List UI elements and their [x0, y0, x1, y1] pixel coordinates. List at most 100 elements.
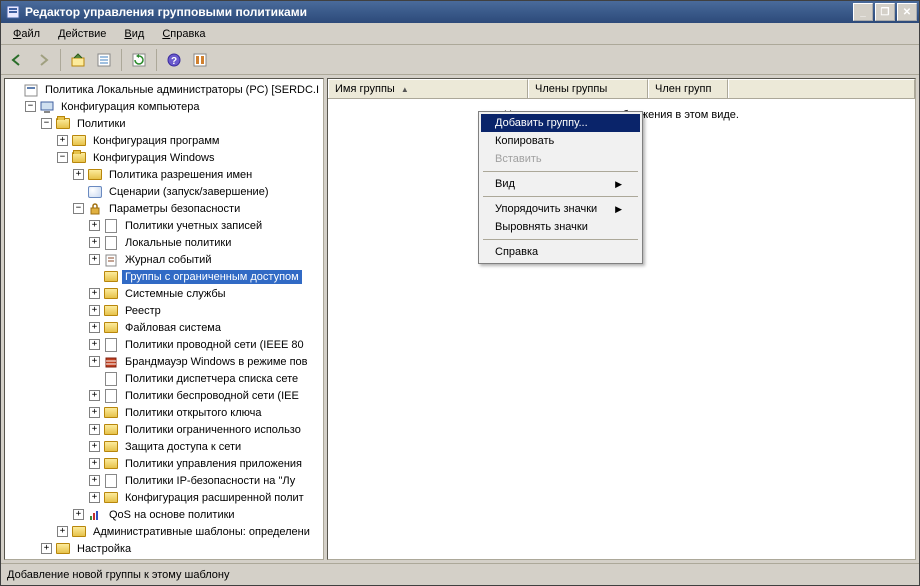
tree-nap[interactable]: +Защита доступа к сети — [89, 438, 323, 455]
expand-icon[interactable]: + — [57, 135, 68, 146]
folder-icon — [56, 543, 70, 554]
ctx-align-icons[interactable]: Выровнять значки — [481, 218, 640, 236]
close-button[interactable]: ✕ — [897, 3, 917, 21]
tree-scenarios[interactable]: Сценарии (запуск/завершение) — [73, 183, 323, 200]
ctx-copy[interactable]: Копировать — [481, 132, 640, 150]
expand-icon[interactable]: + — [89, 288, 100, 299]
tree-sys-services[interactable]: +Системные службы — [89, 285, 323, 302]
tree-app-control[interactable]: +Политики управления приложения — [89, 455, 323, 472]
expand-icon[interactable]: + — [41, 543, 52, 554]
wireless-icon — [103, 389, 119, 403]
ctx-arrange-icons[interactable]: Упорядочить значки▶ — [481, 200, 640, 218]
expand-icon[interactable]: + — [89, 441, 100, 452]
tree-firewall[interactable]: +Брандмауэр Windows в режиме пов — [89, 353, 323, 370]
tree-root[interactable]: Политика Локальные администраторы (PC) [… — [9, 81, 323, 98]
tree-restricted-groups[interactable]: Группы с ограниченным доступом — [89, 268, 323, 285]
up-button[interactable] — [66, 48, 90, 72]
tree-filesystem[interactable]: +Файловая система — [89, 319, 323, 336]
collapse-icon[interactable]: − — [25, 101, 36, 112]
ipsec-icon — [103, 474, 119, 488]
tree-adv-audit[interactable]: +Конфигурация расширенной полит — [89, 489, 323, 506]
tree-security-params[interactable]: −Параметры безопасности — [73, 200, 323, 217]
expand-icon[interactable]: + — [73, 169, 84, 180]
maximize-button[interactable]: ❐ — [875, 3, 895, 21]
folder-icon — [104, 288, 118, 299]
script-icon — [87, 185, 103, 199]
folder-icon — [104, 492, 118, 503]
col-group-name[interactable]: Имя группы▲ — [328, 79, 528, 98]
lock-icon — [87, 202, 103, 216]
tree-settings[interactable]: +Настройка — [41, 540, 323, 557]
ctx-view[interactable]: Вид▶ — [481, 175, 640, 193]
expand-icon[interactable]: + — [89, 254, 100, 265]
col-members[interactable]: Члены группы — [528, 79, 648, 98]
menu-file[interactable]: Файл — [5, 26, 48, 42]
titlebar[interactable]: Редактор управления групповыми политикам… — [1, 1, 919, 23]
folder-icon — [88, 169, 102, 180]
col-member-of[interactable]: Член групп — [648, 79, 728, 98]
tree-acct-policies[interactable]: +Политики учетных записей — [89, 217, 323, 234]
menu-action[interactable]: Действие — [50, 26, 114, 42]
expand-icon[interactable]: + — [89, 339, 100, 350]
expand-icon[interactable]: + — [89, 220, 100, 231]
forward-button[interactable] — [31, 48, 55, 72]
folder-icon — [104, 424, 118, 435]
tree-win-config[interactable]: −Конфигурация Windows — [57, 149, 323, 166]
expand-icon[interactable]: + — [89, 237, 100, 248]
expand-icon[interactable]: + — [89, 407, 100, 418]
tree-pane[interactable]: Политика Локальные администраторы (PC) [… — [4, 78, 324, 560]
submenu-arrow-icon: ▶ — [615, 179, 622, 190]
help-button[interactable]: ? — [162, 48, 186, 72]
tree-software-restrict[interactable]: +Политики ограниченного использо — [89, 421, 323, 438]
expand-icon[interactable]: + — [57, 526, 68, 537]
firewall-icon — [103, 355, 119, 369]
tree-admin-templates[interactable]: +Административные шаблоны: определени — [57, 523, 323, 540]
ctx-sep — [483, 239, 638, 240]
tree-wired[interactable]: +Политики проводной сети (IEEE 80 — [89, 336, 323, 353]
expand-icon[interactable]: + — [73, 509, 84, 520]
collapse-icon[interactable]: − — [41, 118, 52, 129]
collapse-icon[interactable]: − — [73, 203, 84, 214]
expand-icon[interactable]: + — [89, 305, 100, 316]
app-icon — [5, 4, 21, 20]
tree-wireless[interactable]: +Политики беспроводной сети (IEE — [89, 387, 323, 404]
tree-policies[interactable]: − Политики — [41, 115, 323, 132]
folder-icon — [104, 305, 118, 316]
ctx-sep — [483, 196, 638, 197]
expand-icon[interactable]: + — [89, 356, 100, 367]
tree-prog-config[interactable]: +Конфигурация программ — [57, 132, 323, 149]
qos-icon — [87, 508, 103, 522]
tree-netlist[interactable]: Политики диспетчера списка сете — [89, 370, 323, 387]
refresh-button[interactable] — [127, 48, 151, 72]
tree-pubkey[interactable]: +Политики открытого ключа — [89, 404, 323, 421]
back-button[interactable] — [5, 48, 29, 72]
expand-icon[interactable]: + — [89, 424, 100, 435]
netlist-icon — [103, 372, 119, 386]
expand-icon[interactable]: + — [89, 475, 100, 486]
options-button[interactable] — [188, 48, 212, 72]
tree-event-log[interactable]: +Журнал событий — [89, 251, 323, 268]
col-filler — [728, 79, 915, 98]
ctx-help[interactable]: Справка — [481, 243, 640, 261]
list-body[interactable]: Нет элементов для отображения в этом вид… — [328, 99, 915, 559]
expand-icon[interactable]: + — [89, 322, 100, 333]
expand-icon[interactable]: + — [89, 390, 100, 401]
list-pane: Имя группы▲ Члены группы Член групп Нет … — [327, 78, 916, 560]
tree-name-res[interactable]: +Политика разрешения имен — [73, 166, 323, 183]
menu-view[interactable]: Вид — [116, 26, 152, 42]
tree-ipsec[interactable]: +Политики IP-безопасности на "Лу — [89, 472, 323, 489]
minimize-button[interactable]: _ — [853, 3, 873, 21]
menu-help[interactable]: Справка — [154, 26, 213, 42]
tree-registry[interactable]: +Реестр — [89, 302, 323, 319]
expand-icon[interactable]: + — [89, 492, 100, 503]
ctx-add-group[interactable]: Добавить группу... — [481, 114, 640, 132]
folder-icon — [72, 526, 86, 537]
context-menu: Добавить группу... Копировать Вставить В… — [478, 111, 643, 264]
expand-icon[interactable]: + — [89, 458, 100, 469]
properties-button[interactable] — [92, 48, 116, 72]
ctx-sep — [483, 171, 638, 172]
tree-qos[interactable]: +QoS на основе политики — [73, 506, 323, 523]
tree-local-policies[interactable]: +Локальные политики — [89, 234, 323, 251]
tree-computer-config[interactable]: − Конфигурация компьютера — [25, 98, 323, 115]
collapse-icon[interactable]: − — [57, 152, 68, 163]
